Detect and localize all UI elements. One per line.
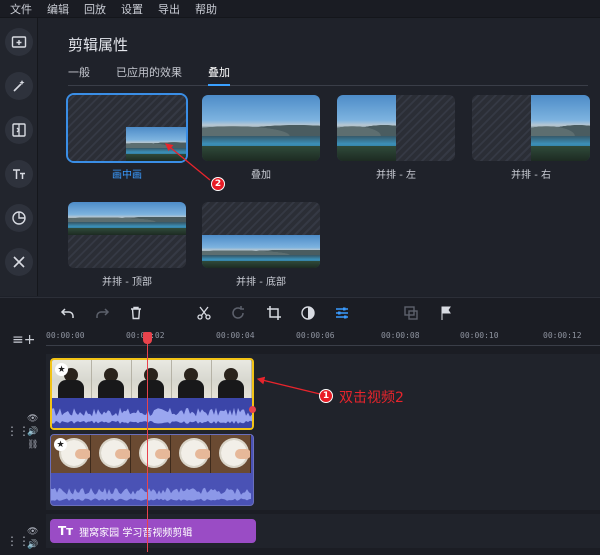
preset-label: 并排 - 底部 (236, 277, 286, 288)
playhead[interactable] (147, 332, 148, 552)
marker-button[interactable] (438, 305, 454, 321)
sliders-icon (336, 307, 348, 319)
text-clip-label: 狸窝家园 学习音视频剪辑 (79, 527, 193, 539)
playhead-handle[interactable] (143, 332, 152, 344)
preset-label: 并排 - 左 (376, 170, 416, 181)
overlay-icon (404, 306, 418, 320)
annotation-badge-1: 1 (319, 389, 333, 403)
flag-icon (441, 306, 451, 320)
volume-handle[interactable] (249, 406, 256, 413)
preset-label: 并排 - 顶部 (102, 277, 152, 288)
annotation-arrow-2 (164, 143, 211, 181)
rotate-icon (232, 306, 244, 319)
import-tool-button[interactable] (5, 28, 33, 56)
timeline-toolbar (0, 298, 600, 328)
effects-tool-button[interactable] (5, 72, 33, 100)
preset-side-bottom[interactable] (202, 202, 320, 268)
titles-tool-button[interactable] (5, 160, 33, 188)
visibility-icon[interactable]: 👁 (27, 414, 38, 424)
annotation-arrow-1 (256, 376, 321, 395)
crop-button[interactable] (266, 305, 282, 321)
menu-file[interactable]: 文件 (10, 1, 32, 17)
text-icon (13, 169, 25, 179)
preset-side-right[interactable] (472, 95, 590, 161)
scissors-icon (197, 306, 211, 320)
clip-properties-button[interactable] (334, 305, 350, 321)
panel-title: 剪辑属性 (68, 36, 129, 54)
magic-wand-icon (13, 80, 25, 92)
tab-general[interactable]: 一般 (68, 64, 90, 85)
pie-icon (12, 211, 26, 225)
menu-settings[interactable]: 设置 (121, 1, 143, 17)
tick-label: 00:00:12 (543, 331, 582, 340)
tick-label: 00:00:08 (381, 331, 420, 340)
preset-overlay[interactable] (202, 95, 320, 161)
overlay-button[interactable] (403, 305, 419, 321)
text-clip[interactable]: Tт 狸窝家园 学习音视频剪辑 (50, 519, 256, 543)
rotate-button[interactable] (230, 305, 246, 321)
clip-thumbnails (51, 435, 251, 473)
property-tabs: 一般 已应用的效果 叠加 (68, 64, 588, 86)
transition-icon (12, 123, 26, 137)
delete-button[interactable] (128, 305, 144, 321)
split-button[interactable] (196, 305, 212, 321)
tick-label: 00:00:06 (296, 331, 335, 340)
redo-button[interactable] (94, 305, 110, 321)
menu-playback[interactable]: 回放 (84, 1, 106, 17)
audio-waveform (52, 398, 252, 428)
contrast-icon (301, 306, 315, 320)
track-handle-icon[interactable]: ⋮⋮ (6, 534, 30, 548)
link-icon[interactable]: ⛓ (27, 440, 38, 450)
tool-strip (0, 18, 38, 296)
menu-edit[interactable]: 编辑 (47, 1, 69, 17)
timeline: 00:00:00 00:00:02 00:00:04 00:00:06 00:0… (0, 297, 600, 555)
text-clip-icon: Tт (58, 524, 74, 538)
tab-overlay[interactable]: 叠加 (208, 64, 230, 86)
stickers-tool-button[interactable] (5, 204, 33, 232)
menu-help[interactable]: 帮助 (195, 1, 217, 17)
video-clip-2[interactable]: ★ (50, 358, 254, 430)
undo-icon (60, 308, 74, 318)
tick-label: 00:00:10 (460, 331, 499, 340)
transitions-tool-button[interactable] (5, 116, 33, 144)
tick-label: 00:00:00 (46, 331, 85, 340)
star-icon: ★ (55, 363, 68, 376)
tab-applied-effects[interactable]: 已应用的效果 (116, 64, 182, 85)
clip-thumbnails (52, 360, 252, 398)
tick-label: 00:00:04 (216, 331, 255, 340)
preset-label: 并排 - 右 (511, 170, 551, 181)
menu-bar: 文件 编辑 回放 设置 导出 帮助 (0, 0, 600, 18)
audio-waveform (51, 487, 251, 501)
app-window: 文件 编辑 回放 设置 导出 帮助 剪辑属性 一般 已应用的效果 叠加 画中画 … (0, 0, 600, 555)
redo-icon (96, 308, 110, 318)
time-ruler[interactable]: 00:00:00 00:00:02 00:00:04 00:00:06 00:0… (0, 328, 600, 348)
video-clip-1[interactable]: ★ (50, 434, 254, 506)
undo-button[interactable] (60, 305, 76, 321)
annotation-callout-1: 双击视频2 (339, 390, 404, 406)
crop-icon (267, 306, 281, 320)
color-adjust-button[interactable] (300, 305, 316, 321)
more-tools-button[interactable] (5, 248, 33, 276)
preset-side-left[interactable] (337, 95, 455, 161)
star-icon: ★ (54, 438, 67, 451)
folder-plus-icon (11, 36, 27, 48)
track-handle-icon[interactable]: ⋮⋮ (6, 424, 30, 438)
annotation-badge-2: 2 (211, 177, 225, 191)
trash-icon (131, 306, 141, 320)
preset-side-top[interactable] (68, 202, 186, 268)
tools-icon (13, 256, 25, 268)
menu-export[interactable]: 导出 (158, 1, 180, 17)
clip-properties-panel: 剪辑属性 一般 已应用的效果 叠加 画中画 叠加 并排 - 左 并排 - 右 并… (38, 18, 600, 296)
add-track-icon[interactable]: ≡+ (12, 332, 35, 348)
